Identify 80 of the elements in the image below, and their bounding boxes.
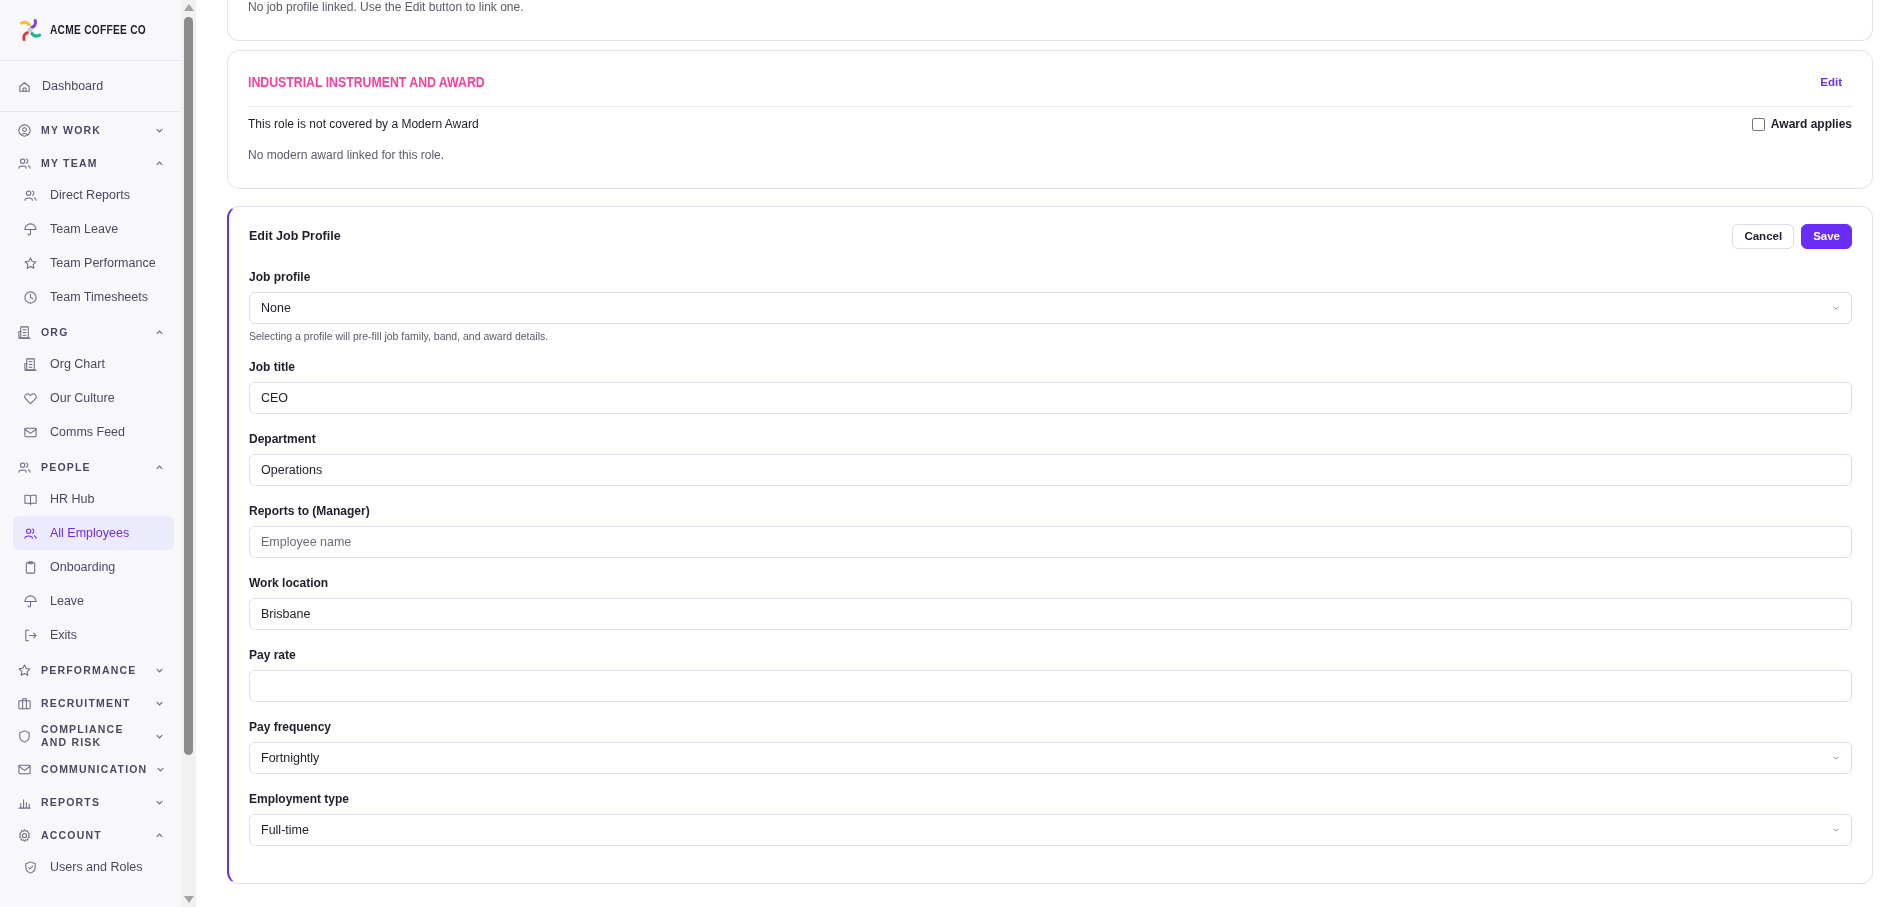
nav-section[interactable]: ACCOUNT xyxy=(13,820,174,850)
section-title: INDUSTRIAL INSTRUMENT AND AWARD xyxy=(248,73,485,90)
nav-item[interactable]: Exits xyxy=(13,618,174,652)
checkbox[interactable] xyxy=(1751,117,1765,131)
heart-icon xyxy=(23,390,38,406)
nav-item[interactable]: Team Timesheets xyxy=(13,280,174,314)
settings-icon xyxy=(17,827,32,843)
input-field[interactable]: CEO xyxy=(249,382,1852,414)
logo-icon xyxy=(18,16,43,44)
select-field[interactable]: Fortnightly xyxy=(249,742,1852,774)
input-field[interactable]: Employee name xyxy=(249,526,1852,558)
input-field[interactable] xyxy=(249,670,1852,702)
field-label: Pay rate xyxy=(249,647,297,663)
info-text: No job profile linked. Use the Edit button to link one. xyxy=(248,0,524,14)
star-icon xyxy=(23,255,38,271)
clock-icon xyxy=(23,289,38,305)
note-text: No modern award linked for this role. xyxy=(248,148,446,162)
field-label: Department xyxy=(249,431,317,447)
nav-item[interactable]: Direct Reports xyxy=(13,178,174,212)
coverage-text: This role is not covered by a Modern Award xyxy=(248,117,479,131)
input-field[interactable]: Brisbane xyxy=(249,598,1852,630)
nav-section[interactable]: PEOPLE xyxy=(13,452,174,482)
edit-link[interactable]: Edit xyxy=(1810,73,1852,90)
people-icon xyxy=(23,187,38,203)
field-label: Reports to (Manager) xyxy=(249,503,371,519)
building-icon xyxy=(17,324,32,340)
nav-section[interactable]: ORG xyxy=(13,317,174,347)
nav-section[interactable]: COMPLIANCE AND RISK xyxy=(13,721,174,751)
shield-icon xyxy=(17,728,32,744)
nav-section[interactable]: REPORTS xyxy=(13,787,174,817)
chevron-up-icon xyxy=(155,830,164,840)
field-label: Job profile xyxy=(249,269,312,285)
nav-section[interactable]: RECRUITMENT xyxy=(13,688,174,718)
nav-item[interactable]: Our Culture xyxy=(13,381,174,415)
umbrella-icon xyxy=(23,221,38,237)
nav-section[interactable]: MY WORK xyxy=(13,115,174,145)
chevron-down-icon xyxy=(1832,826,1840,834)
nav-item[interactable]: Org Chart xyxy=(13,347,174,381)
cancel-button[interactable]: Cancel xyxy=(1732,223,1795,249)
chevron-up-icon xyxy=(155,158,164,168)
people-icon xyxy=(17,155,32,171)
nav-section[interactable]: MY TEAM xyxy=(13,148,174,178)
nav-item[interactable]: Team Leave xyxy=(13,212,174,246)
nav-item[interactable]: Team Performance xyxy=(13,246,174,280)
field-label: Pay frequency xyxy=(249,719,333,735)
brand-name: ACME COFFEE CO xyxy=(50,23,147,37)
award-applies-checkbox[interactable]: Award applies xyxy=(1751,117,1852,131)
save-button[interactable]: Save xyxy=(1801,223,1852,249)
people-icon xyxy=(17,459,32,475)
chevron-up-icon xyxy=(155,462,164,472)
nav-item[interactable]: Leave xyxy=(13,584,174,618)
umbrella-icon xyxy=(23,593,38,609)
form-title: Edit Job Profile xyxy=(249,229,341,243)
chevron-up-icon xyxy=(155,327,164,337)
field-label: Work location xyxy=(249,575,330,591)
chevron-down-icon xyxy=(1832,304,1840,312)
chevron-down-icon xyxy=(1832,754,1840,762)
nav-item[interactable]: Comms Feed xyxy=(13,415,174,449)
hint-text: Selecting a profile will pre-fill job family, band, and award details. xyxy=(249,330,550,342)
exit-icon xyxy=(23,627,38,643)
shield-check-icon xyxy=(23,859,38,875)
field-label: Job title xyxy=(249,359,296,375)
field-label: Employment type xyxy=(249,791,351,807)
clipboard-icon xyxy=(23,559,38,575)
scrollbar[interactable] xyxy=(181,0,196,907)
select-field[interactable]: None xyxy=(249,292,1852,324)
briefcase-icon xyxy=(17,695,32,711)
star-icon xyxy=(17,662,32,678)
input-field[interactable]: Operations xyxy=(249,454,1852,486)
user-circle-icon xyxy=(17,122,32,138)
nav-item[interactable]: HR Hub xyxy=(13,482,174,516)
nav-section[interactable]: COMMUNICATION xyxy=(13,754,174,784)
nav-item[interactable]: All Employees xyxy=(13,516,174,550)
nav-item[interactable]: Users and Roles xyxy=(13,850,174,884)
select-field[interactable]: Full-time xyxy=(249,814,1852,846)
nav-item[interactable]: Dashboard xyxy=(13,69,174,103)
nav-item[interactable]: Onboarding xyxy=(13,550,174,584)
people-icon xyxy=(23,525,38,541)
nav-section[interactable]: PERFORMANCE xyxy=(13,655,174,685)
building-icon xyxy=(23,356,38,372)
